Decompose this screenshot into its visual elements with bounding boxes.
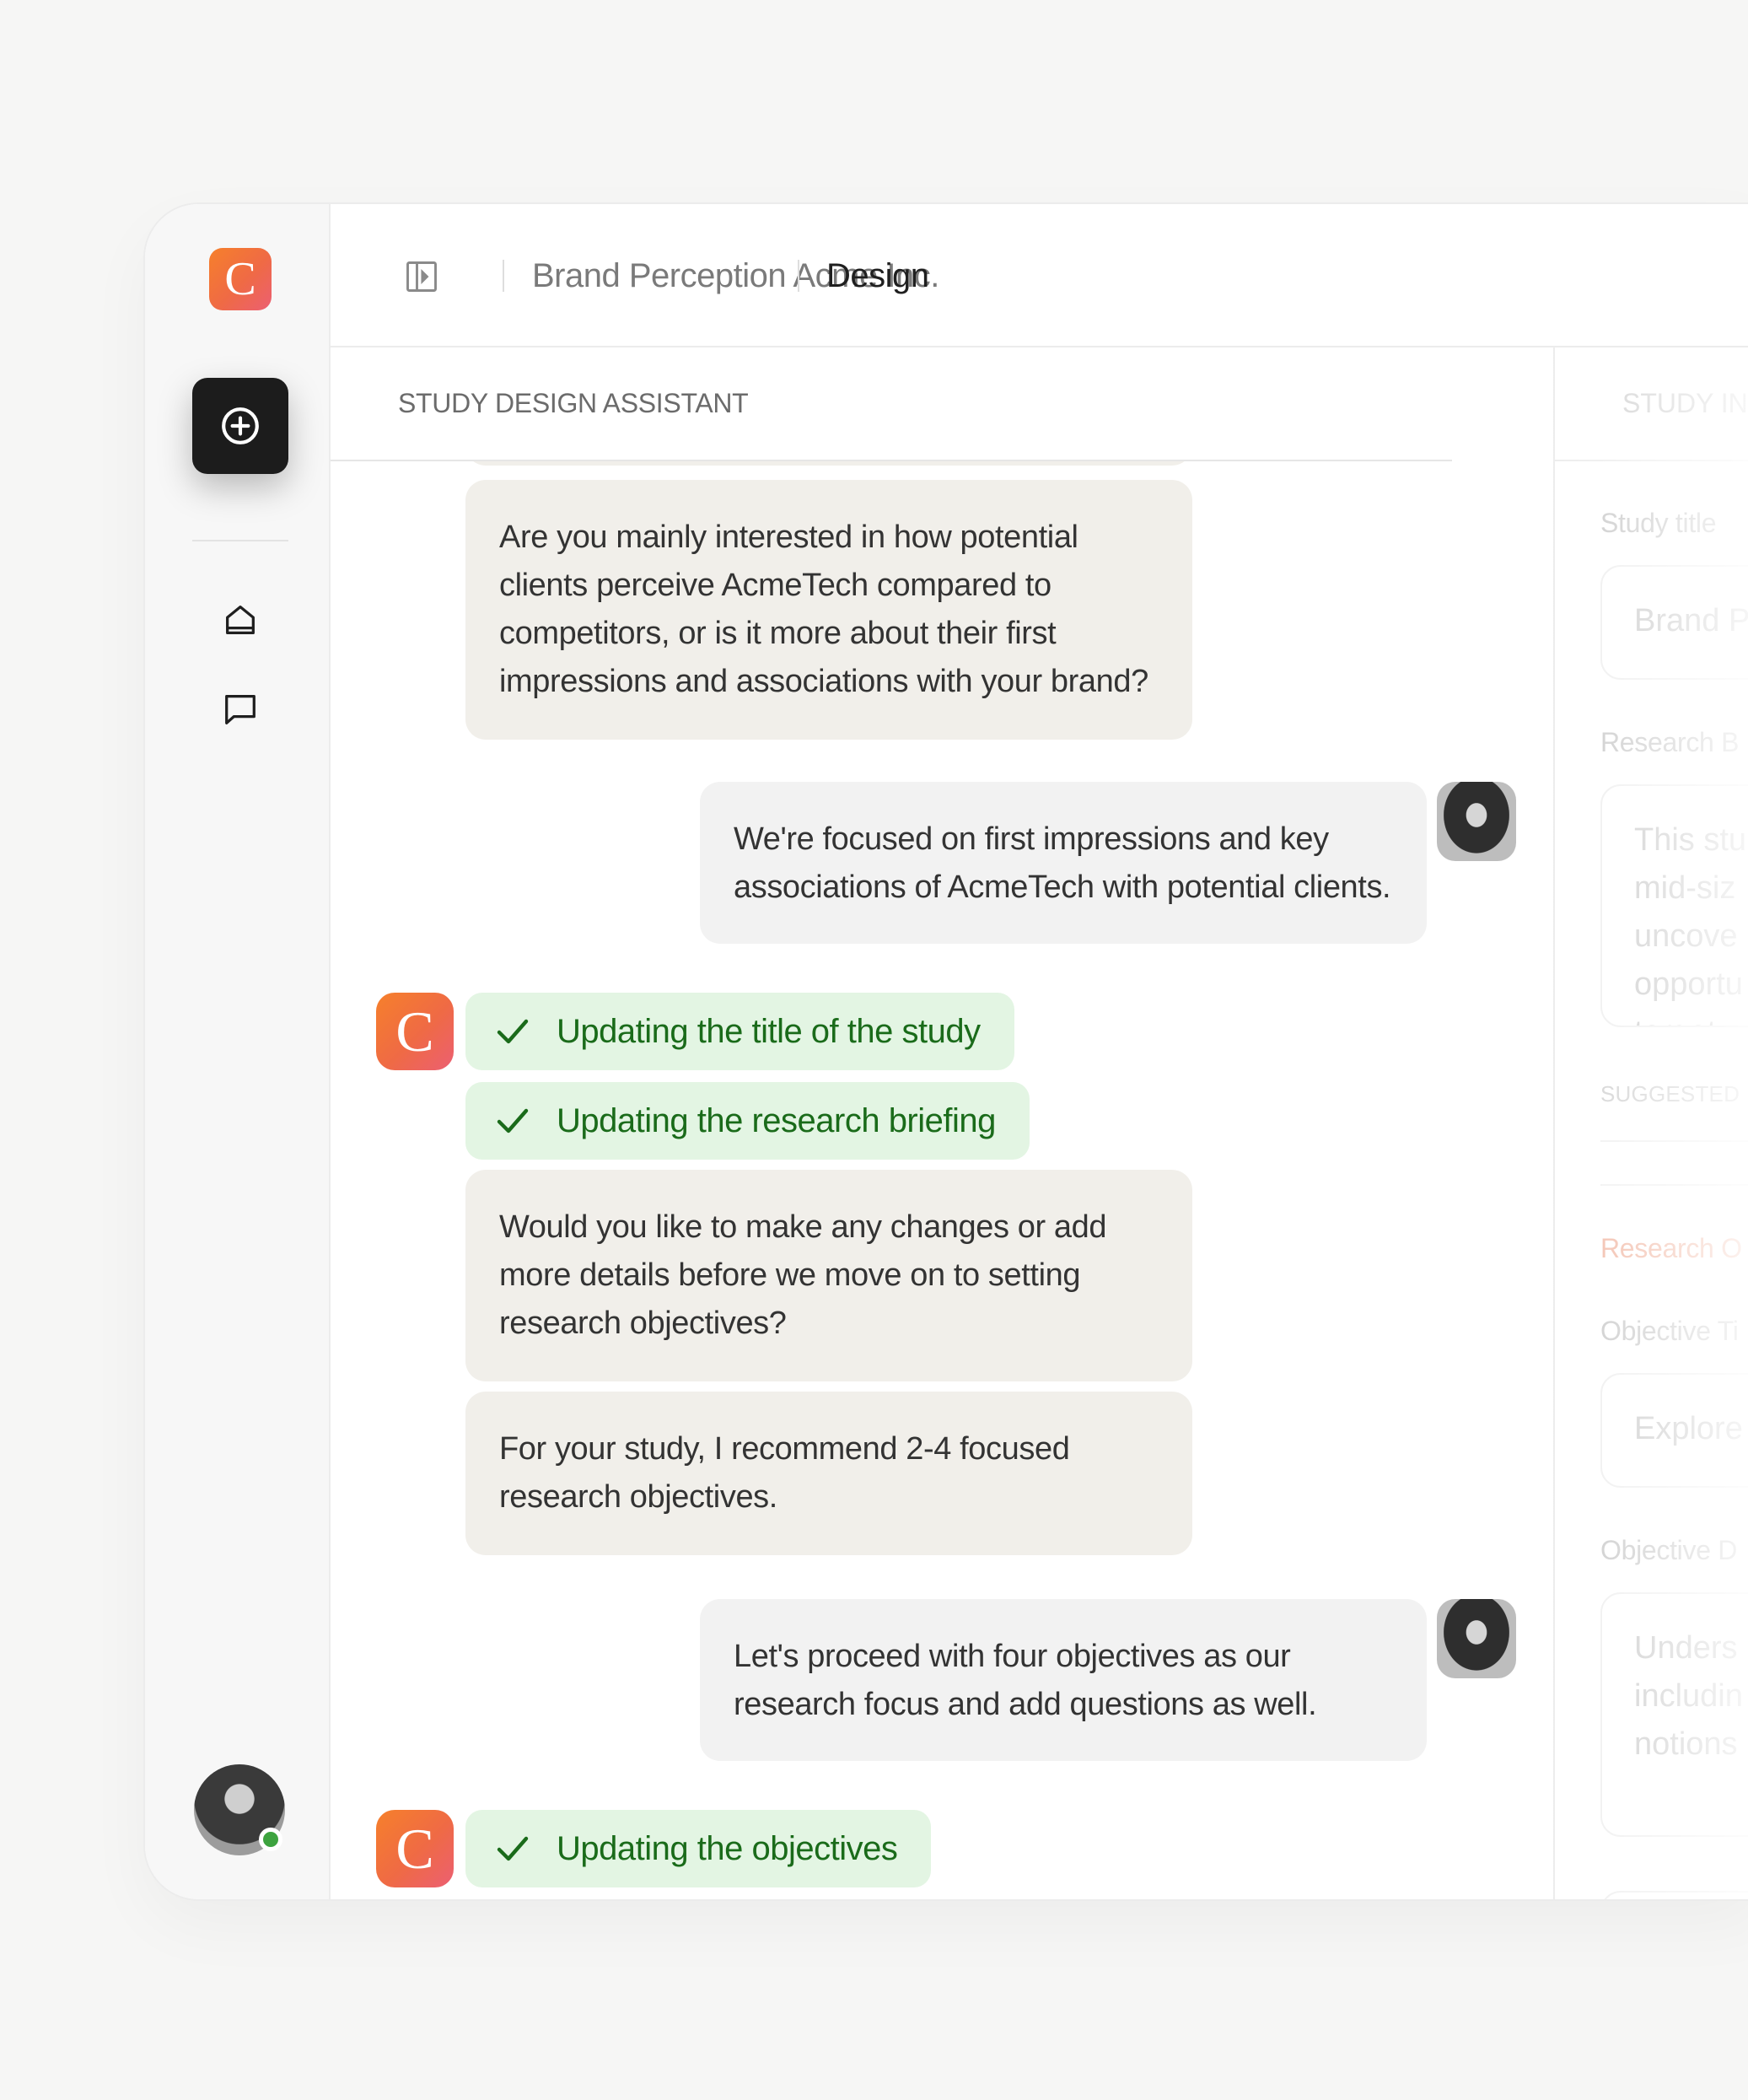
home-icon [226,606,255,634]
breadcrumb-current[interactable]: Design [826,253,929,299]
briefing-line: This stu [1634,822,1747,858]
objective-description-line: Unders [1634,1630,1738,1666]
check-icon [497,1019,529,1044]
research-objectives-label: Research O [1600,1233,1742,1263]
user-message: Let's proceed with four objectives as ou… [700,1599,1427,1761]
app-logo[interactable]: C [209,248,272,310]
assistant-message: Are you mainly interested in how potenti… [465,480,1192,740]
suggested-label: SUGGESTED [1600,1081,1740,1107]
research-briefing-label: Research B [1600,727,1740,757]
objective-title-value: Explore [1634,1411,1743,1446]
study-title-value: Brand P [1634,603,1748,638]
user-message-avatar [1437,782,1516,861]
app-window: C Brand Perception Acme Inc. Design STUD… [145,204,1748,1899]
online-status-indicator [259,1828,282,1851]
assistant-message: For your study, I recommend 2-4 focused … [465,1392,1192,1555]
objective-description-field[interactable]: Unders includin notions [1600,1592,1748,1837]
chat-icon [225,695,255,724]
divider [1600,1140,1748,1142]
study-info-panel: STUDY IN Study title Brand P Research B … [1545,347,1748,1899]
status-text: Updating the objectives [557,1830,898,1867]
briefing-line: opportu [1634,967,1743,1002]
briefing-line: target [1634,1009,1748,1026]
chat-panel: STUDY DESIGN ASSISTANT Are you mainly in… [331,347,1553,1899]
user-message: We're focused on first impressions and k… [700,782,1427,944]
status-pill: Updating the title of the study [465,993,1014,1070]
objective-title-label: Objective Ti [1600,1316,1739,1346]
objective-title-field[interactable]: Explore [1600,1373,1748,1488]
top-bar: Brand Perception Acme Inc. Design [331,204,1748,347]
study-title-field[interactable]: Brand P [1600,565,1748,680]
breadcrumb-separator [503,260,504,292]
sidebar-item-chats[interactable] [219,688,261,730]
assistant-avatar: C [376,993,454,1070]
study-info-header: STUDY IN [1555,347,1748,461]
objective-description-line: includin [1634,1678,1743,1714]
research-briefing-field[interactable]: This stu mid-siz uncove opportu target [1600,784,1748,1027]
panel-toggle-icon[interactable] [403,258,440,295]
status-text: Updating the research briefing [557,1102,996,1139]
new-study-button[interactable] [192,378,288,474]
chat-header: STUDY DESIGN ASSISTANT [331,347,1452,461]
status-pill: Updating the research briefing [465,1082,1030,1160]
briefing-line: uncove [1634,918,1738,954]
status-text: Updating the title of the study [557,1013,981,1050]
user-message-avatar [1437,1599,1516,1678]
assistant-avatar: C [376,1810,454,1887]
sidebar-divider [192,540,288,541]
objective-description-label: Objective D [1600,1535,1738,1565]
study-title-label: Study title [1600,508,1717,538]
check-icon [497,1108,529,1133]
plus-circle-icon [222,407,259,444]
objective-field[interactable] [1600,1891,1748,1899]
divider [1600,1184,1748,1186]
assistant-message: Would you like to make any changes or ad… [465,1170,1192,1381]
chat-title: STUDY DESIGN ASSISTANT [398,388,749,418]
objective-description-line: notions [1634,1726,1738,1762]
breadcrumb-separator [798,260,799,292]
study-info-title: STUDY IN [1622,388,1748,418]
status-pill: Updating the objectives [465,1810,932,1887]
sidebar-item-home[interactable] [219,599,261,641]
check-icon [497,1836,529,1861]
briefing-line: mid-siz [1634,870,1736,906]
sidebar: C [145,204,331,1899]
